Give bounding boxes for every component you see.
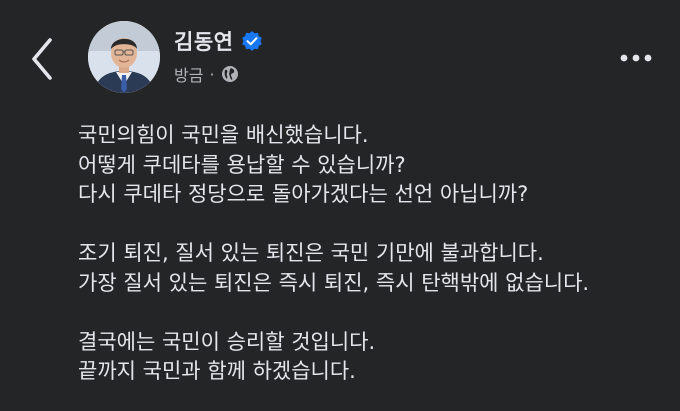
more-horizontal-icon [620,54,652,62]
post-line: 다시 쿠데타 정당으로 돌아가겠다는 선언 아닙니까? [78,182,529,206]
profile-photo [88,21,160,93]
globe-icon[interactable] [221,65,239,83]
author-row: 김동연 [174,26,263,56]
back-button[interactable] [26,36,60,82]
chevron-left-icon [32,38,52,80]
post-line: 국민의힘이 국민을 배신했습니다. [78,123,369,147]
post-line: 어떻게 쿠데타를 용납할 수 있습니까? [78,152,406,177]
avatar[interactable] [88,21,160,93]
post-meta: 방금 · [174,62,239,86]
meta-separator: · [209,64,215,84]
author-name[interactable]: 김동연 [174,26,233,56]
more-options-button[interactable] [616,50,656,66]
post-line: 가장 질서 있는 퇴진은 즉시 퇴진, 즉시 탄핵밖에 없습니다. [78,270,590,295]
post-line: 조기 퇴진, 질서 있는 퇴진은 국민 기만에 불과합니다. [78,241,544,265]
post-body: 국민의힘이 국민을 배신했습니다. 어떻게 쿠데타를 용납할 수 있습니까? 다… [78,121,664,387]
post-line: 결국에는 국민이 승리할 것입니다. [78,329,376,354]
verified-badge-icon [241,30,263,52]
timestamp[interactable]: 방금 [174,62,203,86]
post-line: 끝까지 국민과 함께 하겠습니다. [78,359,356,383]
